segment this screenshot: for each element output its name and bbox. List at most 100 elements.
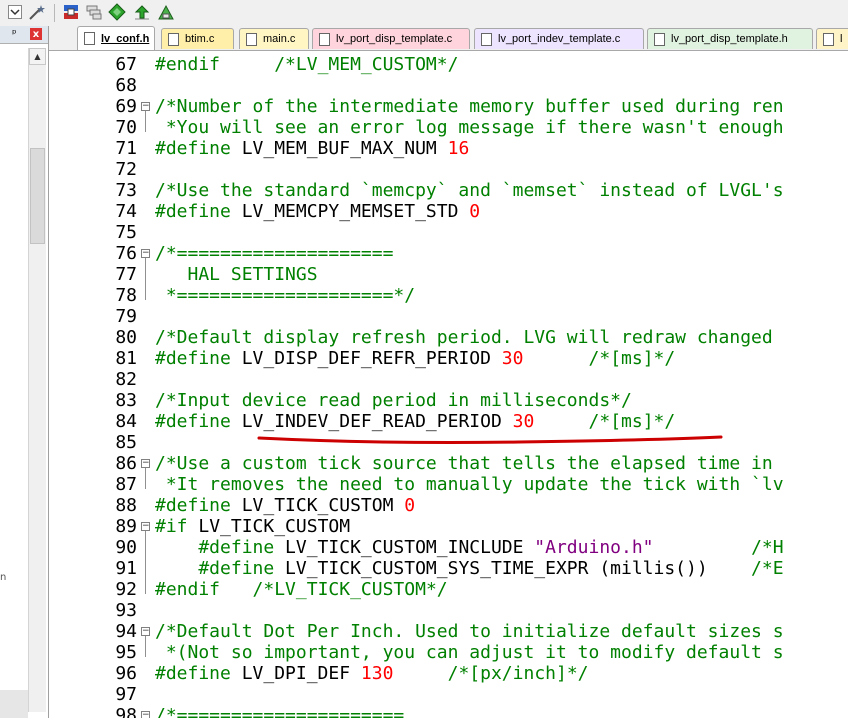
code-token: /*Use a custom tick source that tells th… <box>155 453 773 474</box>
code-token: #define <box>155 663 242 684</box>
code-token: #define <box>155 201 242 222</box>
tab-lv-port-disp-template-c[interactable]: lv_port_disp_template.c <box>312 28 470 49</box>
code-line[interactable]: #if LV_TICK_CUSTOM <box>155 516 350 537</box>
stack-icon[interactable] <box>85 3 103 21</box>
scroll-up-arrow-icon[interactable]: ▲ <box>29 48 46 65</box>
fold-toggle-icon[interactable]: − <box>141 627 150 636</box>
code-line[interactable]: #define LV_MEMCPY_MEMSET_STD 0 <box>155 201 480 222</box>
file-icon <box>319 32 330 46</box>
code-line[interactable]: #endif /*LV_MEM_CUSTOM*/ <box>155 54 458 75</box>
code-token: #define <box>155 495 242 516</box>
code-line[interactable]: *It removes the need to manually update … <box>155 474 784 495</box>
code-line[interactable]: /*==================== <box>155 243 393 264</box>
code-line[interactable]: *You will see an error log message if th… <box>155 117 784 138</box>
line-number: 86 <box>115 453 137 474</box>
file-icon <box>654 32 665 46</box>
code-token: #define <box>155 411 242 432</box>
diamond-icon[interactable] <box>108 3 126 21</box>
code-token: 16 <box>447 138 470 159</box>
code-line[interactable]: HAL SETTINGS <box>155 264 318 285</box>
code-line[interactable]: #define LV_INDEV_DEF_READ_PERIOD 30 /*[m… <box>155 411 675 432</box>
line-number: 77 <box>115 264 137 285</box>
line-number: 73 <box>115 180 137 201</box>
fold-toggle-icon[interactable]: − <box>141 522 150 531</box>
tab-btim-c[interactable]: btim.c <box>161 28 234 49</box>
code-token: /*Number of the intermediate memory buff… <box>155 96 784 117</box>
code-line[interactable]: #define LV_DPI_DEF 130 /*[px/inch]*/ <box>155 663 589 684</box>
code-line[interactable]: #define LV_DISP_DEF_REFR_PERIOD 30 /*[ms… <box>155 348 675 369</box>
panel-header: ᵖ x <box>0 26 48 44</box>
fold-guide <box>145 258 146 300</box>
tab-lv-port-indev-template-c[interactable]: lv_port_indev_template.c <box>474 28 644 49</box>
fold-toggle-icon[interactable]: − <box>141 102 150 111</box>
code-token: /*H <box>751 537 784 558</box>
line-number: 80 <box>115 327 137 348</box>
scrollbar-thumb[interactable] <box>30 148 45 244</box>
wand-icon[interactable] <box>28 3 46 21</box>
code-token: LV_TICK_CUSTOM <box>198 516 351 537</box>
panel-scrollbar[interactable]: ▲ <box>28 48 46 712</box>
code-token: #endif <box>155 54 221 75</box>
file-tab-bar: lv_conf.h btim.c main.c lv_port_disp_templa… <box>49 26 848 51</box>
line-number: 93 <box>115 600 137 621</box>
code-token: LV_DPI_DEF <box>241 663 361 684</box>
code-token: #define <box>155 537 286 558</box>
tab-label: btim.c <box>185 33 215 45</box>
tab-label: main.c <box>263 33 296 45</box>
code-line[interactable]: #define LV_TICK_CUSTOM_INCLUDE "Arduino.… <box>155 537 784 558</box>
code-line[interactable]: /*Number of the intermediate memory buff… <box>155 96 784 117</box>
code-line[interactable]: *====================*/ <box>155 285 415 306</box>
line-number: 78 <box>115 285 137 306</box>
fold-toggle-icon[interactable]: − <box>141 711 150 718</box>
code-line[interactable]: #endif /*LV_TICK_CUSTOM*/ <box>155 579 448 600</box>
code-token: #define <box>155 348 242 369</box>
download-icon[interactable] <box>133 3 151 21</box>
code-line[interactable]: /*Default Dot Per Inch. Used to initiali… <box>155 621 784 642</box>
code-token: /*Input device read period in millisecon… <box>155 390 632 411</box>
file-icon <box>246 32 257 46</box>
project-panel: ᵖ x ▲ n <box>0 26 49 718</box>
code-editor[interactable]: 67 #endif /*LV_MEM_CUSTOM*/68 69−/*Number … <box>49 51 848 718</box>
dropdown-arrow-icon[interactable] <box>6 3 24 21</box>
fold-guide <box>145 636 146 657</box>
code-line[interactable]: #define LV_TICK_CUSTOM 0 <box>155 495 415 516</box>
pin-icon[interactable]: ᵖ <box>12 27 17 40</box>
line-number: 88 <box>115 495 137 516</box>
code-line[interactable]: *(Not so important, you can adjust it to… <box>155 642 784 663</box>
tab-main-c[interactable]: main.c <box>239 28 309 49</box>
tab-lv-conf-h[interactable]: lv_conf.h <box>77 26 155 50</box>
tab-label: l <box>840 33 843 45</box>
tab-l[interactable]: l <box>816 28 848 49</box>
code-token: /*E <box>751 558 784 579</box>
code-token: /*Default Dot Per Inch. Used to initiali… <box>155 621 784 642</box>
line-number: 97 <box>115 684 137 705</box>
code-line[interactable]: /*Use a custom tick source that tells th… <box>155 453 773 474</box>
code-line[interactable]: /*===================== <box>155 705 404 718</box>
fold-toggle-icon[interactable]: − <box>141 249 150 258</box>
close-icon[interactable]: x <box>30 28 42 40</box>
fold-toggle-icon[interactable]: − <box>141 459 150 468</box>
code-token: *You will see an error log message if th… <box>155 117 784 138</box>
file-icon <box>168 32 179 46</box>
code-token: /*[px/inch]*/ <box>447 663 589 684</box>
tab-lv-port-disp-template-h[interactable]: lv_port_disp_template.h <box>647 28 813 49</box>
build-icon[interactable] <box>157 3 175 21</box>
panel-footer <box>0 690 28 718</box>
code-line[interactable]: /*Input device read period in millisecon… <box>155 390 632 411</box>
code-line[interactable]: #define LV_MEM_BUF_MAX_NUM 16 <box>155 138 469 159</box>
file-icon <box>823 32 834 46</box>
code-token: *====================*/ <box>155 285 416 306</box>
fold-guide <box>145 111 146 132</box>
translate-icon[interactable] <box>62 3 80 21</box>
toolbar <box>0 0 848 27</box>
line-number: 68 <box>115 75 137 96</box>
code-line[interactable]: /*Default display refresh period. LVG wi… <box>155 327 773 348</box>
code-line[interactable]: /*Use the standard `memcpy` and `memset`… <box>155 180 784 201</box>
code-line[interactable]: #define LV_TICK_CUSTOM_SYS_TIME_EXPR (mi… <box>155 558 784 579</box>
code-token: LV_TICK_CUSTOM <box>241 495 405 516</box>
fold-guide <box>145 531 146 594</box>
code-token: 0 <box>469 201 481 222</box>
